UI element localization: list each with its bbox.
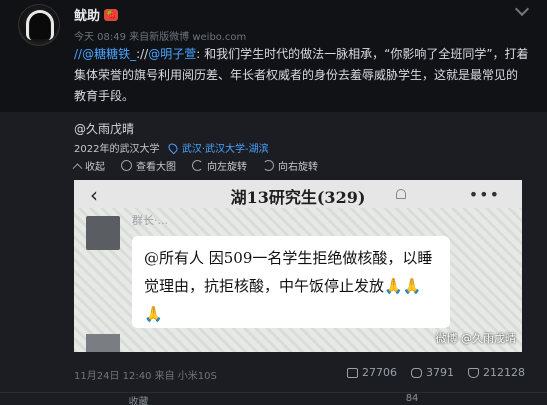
zoom-icon: [121, 160, 132, 171]
reposted-content: @久雨戊晴 2022年的武汉大学 武汉·武汉大学-湖滨 收起 查看大图 向左旋转…: [0, 112, 547, 405]
collapse-label: 收起: [85, 162, 105, 173]
rotate-left-button[interactable]: 向左旋转: [192, 158, 247, 173]
post-image[interactable]: ‹ 湖13研究生(329) ••• 群长·... @所有人 因509一名学生拒绝…: [74, 180, 522, 352]
post-text: //@糖糖铁_://@明子萱: 和我们学生时代的做法一脉相承，“你影响了全班同学…: [74, 44, 529, 107]
rotate-left-icon: [192, 160, 203, 171]
comment-count-button[interactable]: 3791: [411, 366, 454, 379]
repost-stats: 27706 3791 212128: [347, 366, 525, 379]
bottom-action-bar: 收藏 84: [0, 392, 547, 405]
view-large-label: 查看大图: [136, 162, 176, 173]
username-text[interactable]: 鱿助: [74, 5, 100, 24]
like-count: 212128: [483, 366, 525, 379]
bell-muted-icon: [396, 189, 406, 199]
message-bubble: @所有人 因509一名学生拒绝做核酸，以睡觉理由，抗拒核酸，中午饭停止发放🙏🙏🙏: [132, 236, 450, 328]
repost-count-button[interactable]: 27706: [347, 366, 397, 379]
chevron-down-icon[interactable]: [515, 2, 529, 12]
sender-name: 群长·...: [132, 214, 168, 227]
repost-icon: [347, 367, 358, 378]
more-dots-icon: •••: [468, 185, 500, 204]
school-label: 2022年的武汉大学: [74, 144, 160, 155]
username[interactable]: 鱿助 🍓: [74, 5, 119, 24]
collapse-icon: [72, 163, 83, 174]
favorite-button[interactable]: 收藏: [129, 393, 149, 405]
image-watermark: 微博 @久雨戊晴: [435, 332, 517, 345]
rotate-right-label: 向右旋转: [278, 162, 318, 173]
rotate-right-button[interactable]: 向右旋转: [263, 158, 318, 173]
post-time-source: 今天 08:49 来自新版微博 weibo.com: [74, 32, 247, 43]
repost-school: 2022年的武汉大学 武汉·武汉大学-湖滨: [74, 140, 269, 155]
repost-author-link[interactable]: @久雨戊晴: [74, 120, 134, 137]
image-toolbar: 收起 查看大图 向左旋转 向右旋转: [72, 158, 318, 174]
thumbs-up-icon: [468, 367, 479, 378]
location-link[interactable]: 武汉·武汉大学-湖滨: [182, 144, 269, 155]
location-pin-icon: [166, 141, 180, 155]
member-badge-icon: 🍓: [104, 8, 119, 21]
mention-separator: ://: [136, 47, 149, 61]
comment-icon: [411, 367, 422, 378]
chat-header: ‹ 湖13研究生(329) •••: [74, 180, 522, 208]
bottom-count[interactable]: 84: [406, 393, 419, 405]
weibo-post: 鱿助 🍓 今天 08:49 来自新版微博 weibo.com //@糖糖铁_:/…: [0, 0, 547, 405]
user-avatar[interactable]: [18, 4, 60, 46]
avatar-figure: [30, 13, 50, 39]
like-count-button[interactable]: 212128: [468, 366, 525, 379]
comment-count: 3791: [426, 366, 454, 379]
view-large-button[interactable]: 查看大图: [121, 158, 176, 173]
rotate-left-label: 向左旋转: [207, 162, 247, 173]
rotate-right-icon: [263, 160, 274, 171]
collapse-button[interactable]: 收起: [72, 158, 105, 174]
next-sender-avatar: [86, 334, 120, 352]
mention-link[interactable]: //@糖糖铁_: [74, 47, 136, 61]
repost-count: 27706: [362, 366, 397, 379]
mention-link[interactable]: @明子萱: [148, 47, 196, 61]
sender-avatar: [86, 216, 120, 250]
repost-time-source: 11月24日 12:40 来自 小米10S: [74, 371, 217, 382]
chat-group-title: 湖13研究生(329): [230, 188, 366, 207]
